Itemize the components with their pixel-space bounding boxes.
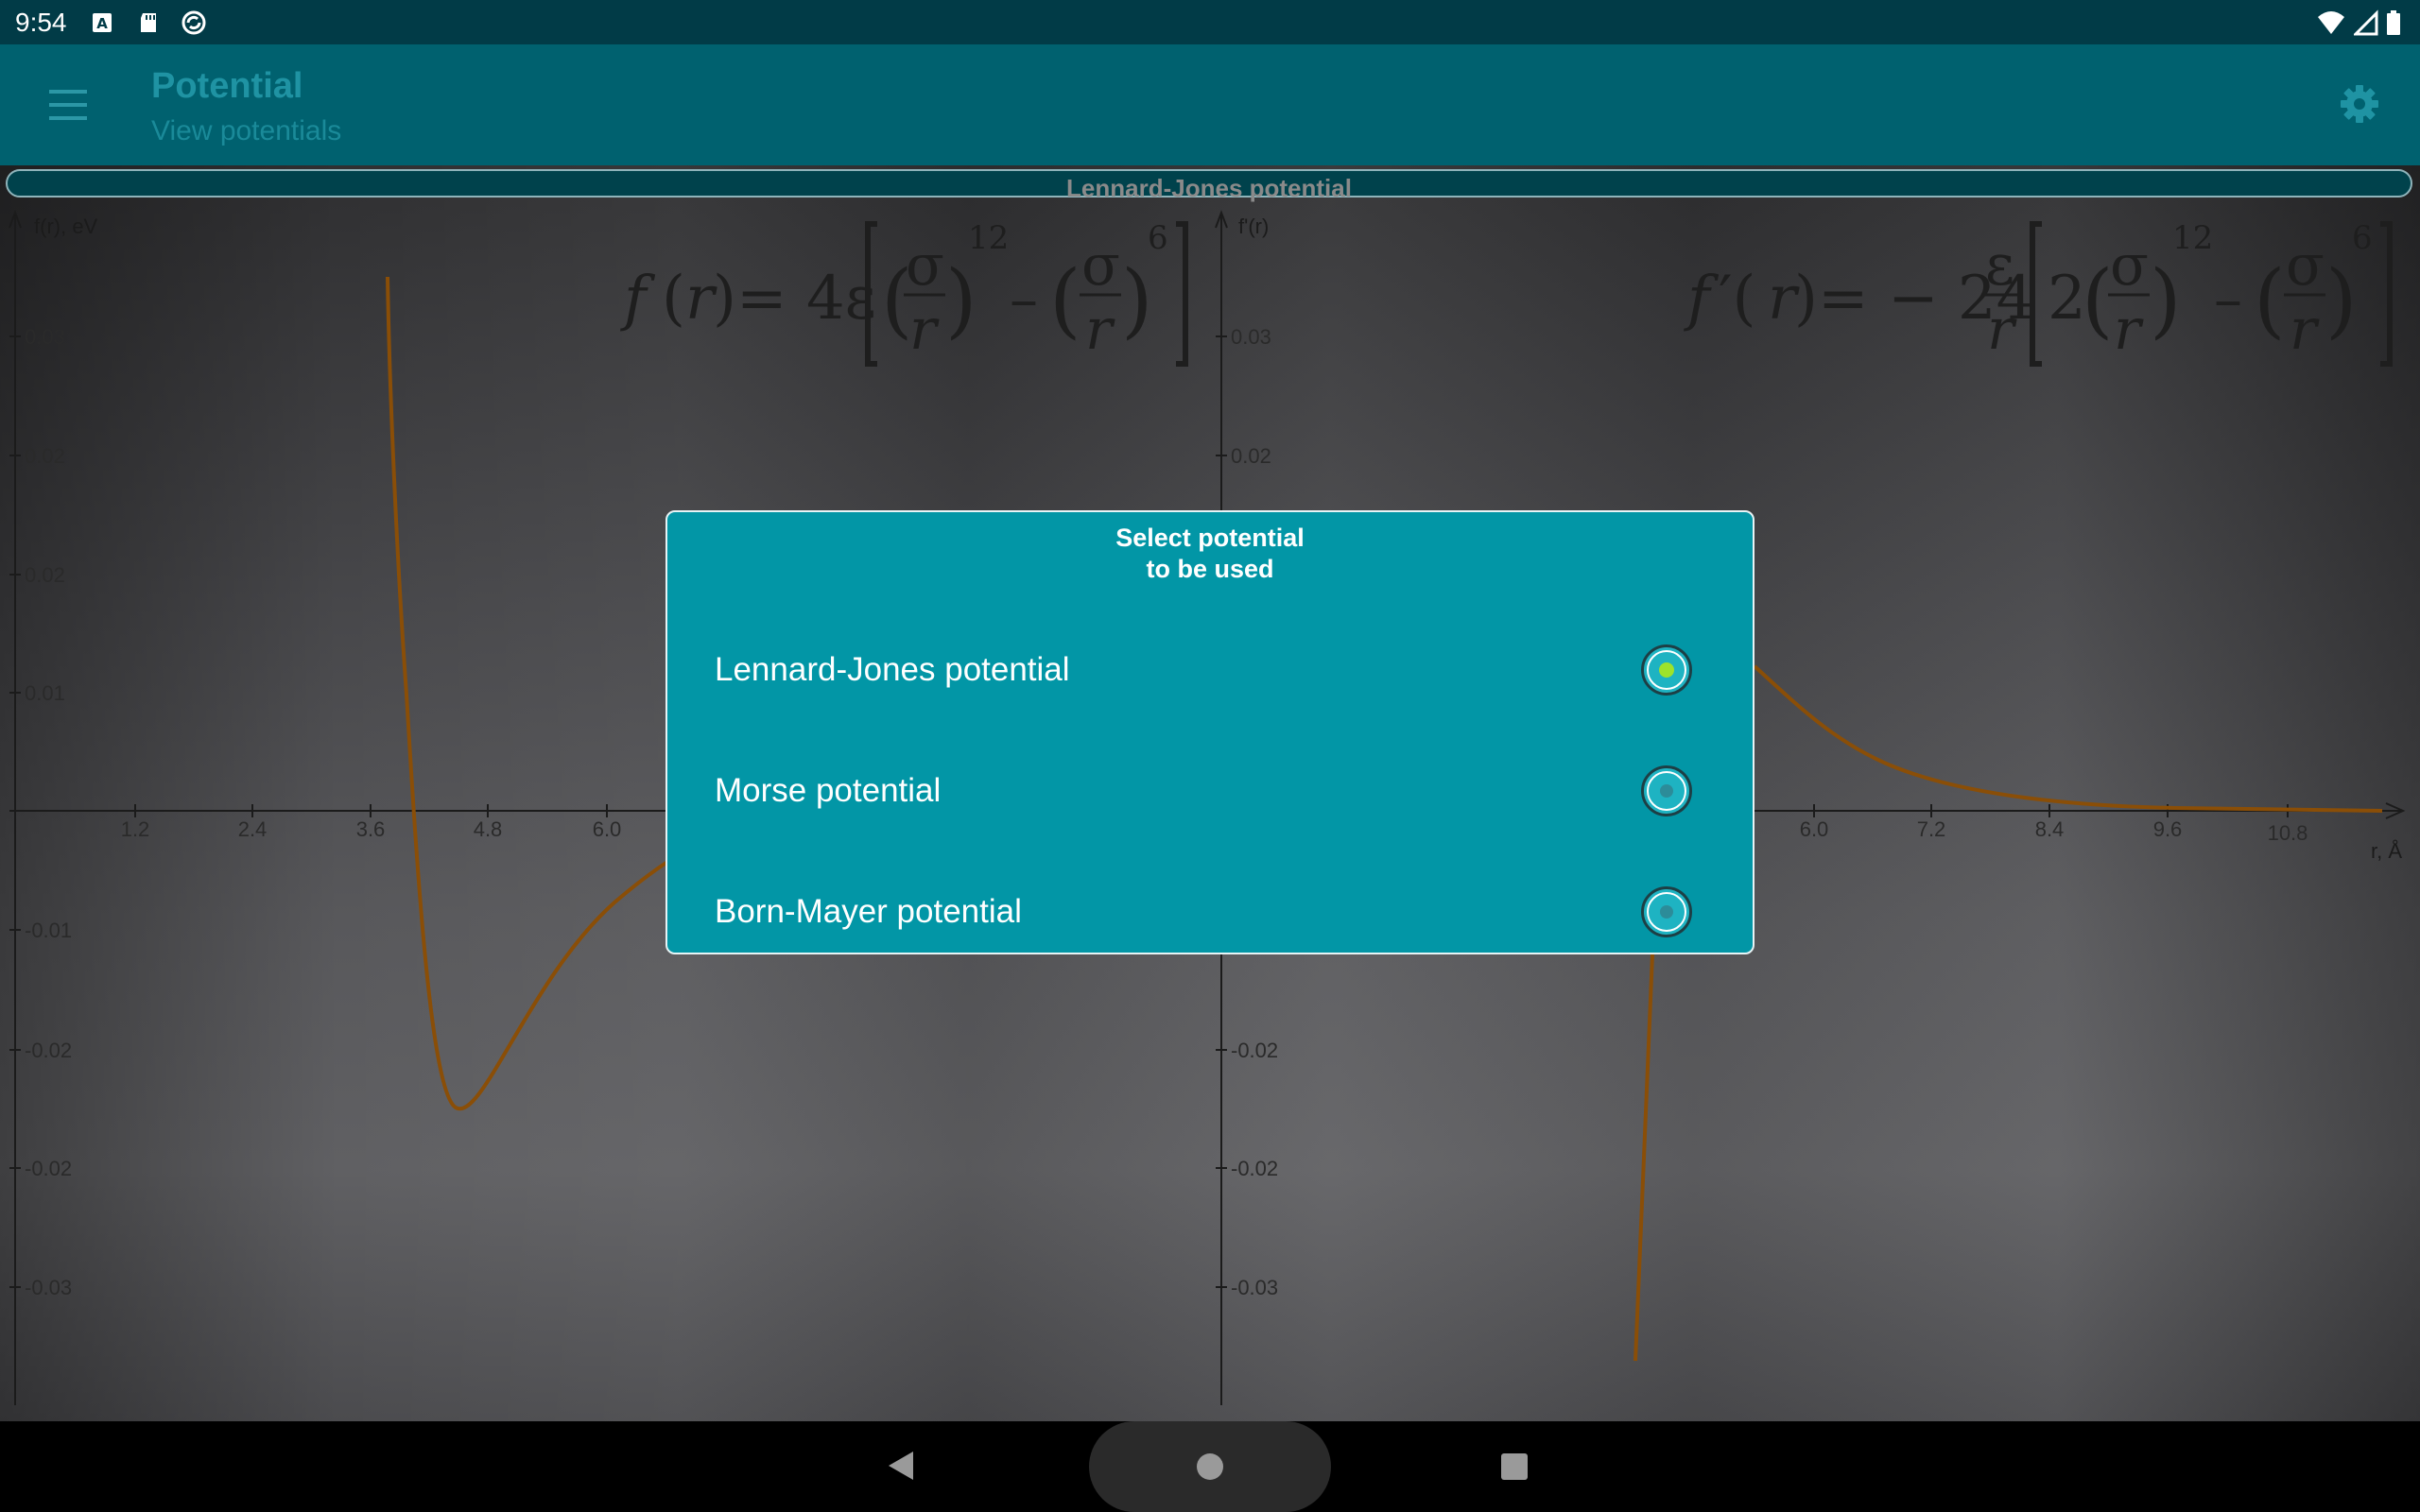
sync-icon (180, 9, 208, 36)
svg-text:(: ( (2254, 253, 2286, 348)
svg-text:12: 12 (2172, 219, 2213, 257)
app-title: Potential (151, 66, 303, 106)
radio-button[interactable] (1641, 765, 1692, 816)
svg-text:(: ( (1049, 253, 1081, 348)
left-y-tick: 0.03 (25, 325, 65, 349)
right-x-tick: 10.8 (2268, 821, 2308, 845)
left-y-tick: -0.03 (25, 1276, 72, 1299)
svg-text:): ) (2325, 253, 2358, 348)
svg-text:f: f (1684, 264, 1720, 334)
right-y-tick: -0.02 (1231, 1157, 1278, 1180)
option-label: Lennard-Jones potential (715, 651, 1070, 688)
left-y-tick: 0.01 (25, 681, 65, 705)
status-time: 9:54 (15, 8, 67, 37)
svg-text:(: ( (662, 264, 685, 334)
svg-text:2: 2 (2048, 264, 2086, 334)
radio-button[interactable] (1641, 886, 1692, 937)
svg-text:ε: ε (1985, 232, 2014, 299)
svg-text:σ: σ (906, 232, 944, 299)
potential-banner: Lennard-Jones potential (6, 169, 2412, 202)
svg-text:)= 4ε: )= 4ε (713, 264, 876, 334)
left-y-tick: 0.02 (25, 563, 65, 587)
left-x-tick: 2.4 (238, 817, 268, 841)
svg-text:): ) (2150, 253, 2182, 348)
left-y-tick: -0.02 (25, 1039, 72, 1062)
navigation-bar (0, 1421, 2420, 1512)
left-x-tick: 6.0 (593, 817, 622, 841)
svg-text:(: ( (2082, 253, 2114, 348)
right-formula: f ′( r )= − 24 ε r 2 ( σ r ) 12 – ( σ r … (1684, 219, 2393, 367)
option-label: Born-Mayer potential (715, 893, 1022, 930)
svg-text:r: r (2114, 297, 2144, 363)
right-x-tick: 9.6 (2153, 817, 2183, 841)
nav-recents-icon[interactable] (1501, 1453, 1528, 1480)
menu-icon[interactable] (49, 88, 87, 122)
svg-text:A: A (96, 15, 108, 32)
svg-text:f: f (620, 264, 656, 334)
option-label: Morse potential (715, 772, 942, 809)
right-y-tick: 0.03 (1231, 325, 1271, 349)
derivative-curve (1634, 954, 1654, 1362)
right-y-label: f'(r) (1238, 215, 1269, 238)
left-formula: f ( r )= 4ε ( σ r ) 12 – ( σ r ) 6 (620, 219, 1188, 367)
select-potential-dialog: Select potential to be used Lennard-Jone… (666, 510, 1754, 954)
wifi-icon (2316, 9, 2346, 36)
signal-icon (2352, 9, 2378, 36)
svg-text:6: 6 (1148, 219, 1168, 257)
svg-text:r: r (909, 297, 940, 363)
left-x-tick: 1.2 (121, 817, 150, 841)
battery-icon (2386, 9, 2401, 36)
right-y-tick: -0.02 (1231, 1039, 1278, 1062)
app-subtitle: View potentials (151, 115, 342, 146)
right-y-tick: 0.02 (1231, 444, 1271, 468)
svg-text:σ: σ (2286, 232, 2325, 299)
left-y-tick: -0.01 (25, 919, 72, 942)
svg-text:r: r (1987, 297, 2017, 363)
right-x-label: r, Å (2371, 839, 2402, 863)
dialog-title-line2: to be used (1146, 555, 1274, 583)
svg-text:–: – (1010, 266, 1038, 333)
right-x-tick: 6.0 (1800, 817, 1829, 841)
nav-home-icon[interactable] (1197, 1453, 1223, 1480)
option-lennard-jones[interactable]: Lennard-Jones potential (667, 618, 1753, 722)
notification-a-icon: A (91, 9, 113, 36)
right-x-tick: 8.4 (2035, 817, 2065, 841)
svg-text:r: r (1085, 297, 1115, 363)
left-y-tick: -0.02 (25, 1157, 72, 1180)
option-born-mayer[interactable]: Born-Mayer potential (667, 860, 1753, 964)
svg-text:): ) (945, 253, 977, 348)
banner-label: Lennard-Jones potential (1066, 174, 1352, 202)
dialog-title-line1: Select potential (1115, 524, 1305, 552)
svg-text:′(: ′( (1719, 264, 1756, 334)
left-x-tick: 4.8 (474, 817, 503, 841)
settings-gear-icon[interactable] (2339, 83, 2380, 125)
svg-text:12: 12 (968, 219, 1009, 257)
option-morse[interactable]: Morse potential (667, 739, 1753, 843)
right-x-tick: 7.2 (1917, 817, 1946, 841)
svg-text:σ: σ (1081, 232, 1120, 299)
left-x-tick: 3.6 (356, 817, 386, 841)
svg-text:6: 6 (2352, 219, 2373, 257)
right-y-tick: -0.03 (1231, 1276, 1278, 1299)
sd-card-icon (137, 9, 160, 36)
nav-back-icon[interactable] (889, 1452, 913, 1480)
left-y-label: f(r), eV (34, 215, 98, 238)
svg-text:r: r (2290, 297, 2320, 363)
left-y-tick: 0.02 (25, 444, 65, 468)
status-bar: 9:54 A (0, 0, 2420, 44)
svg-text:): ) (1121, 253, 1153, 348)
derivative-curve (1753, 664, 2383, 813)
app-bar (0, 44, 2420, 165)
radio-button-checked[interactable] (1641, 644, 1692, 696)
svg-text:–: – (2214, 266, 2242, 333)
svg-text:σ: σ (2110, 232, 2149, 299)
